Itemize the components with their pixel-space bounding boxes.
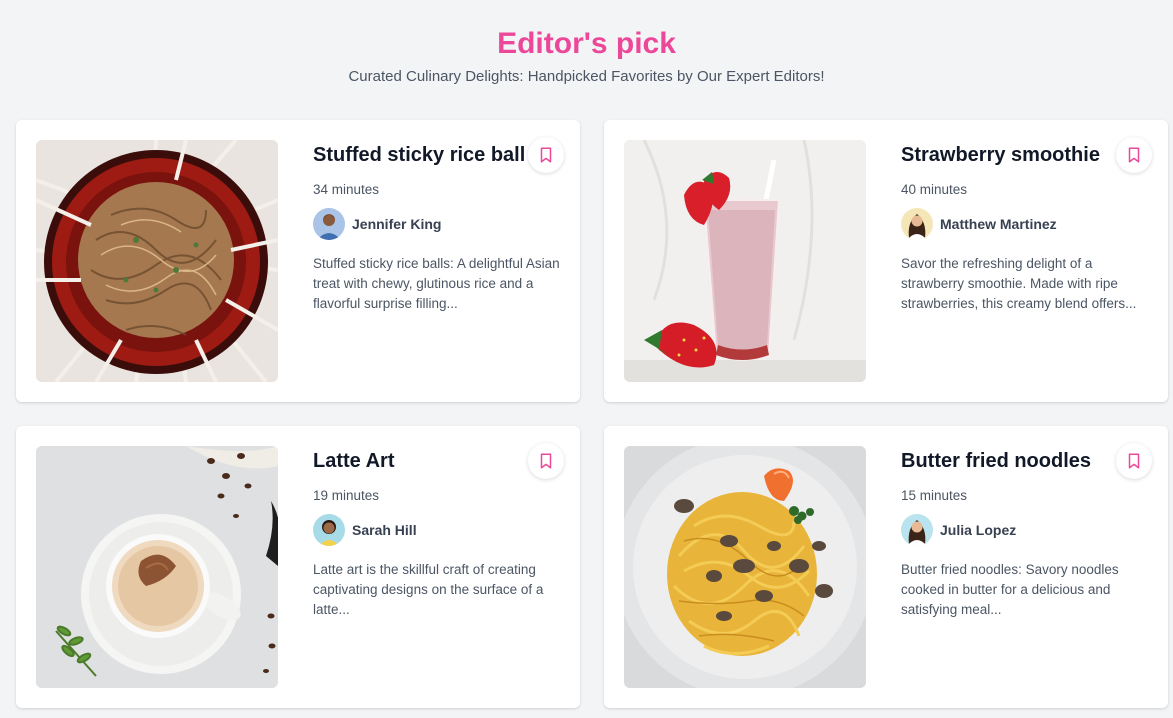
bookmark-icon — [1128, 147, 1140, 163]
recipe-author[interactable]: Sarah Hill — [313, 514, 563, 546]
author-name: Julia Lopez — [940, 522, 1017, 538]
recipe-grid: Stuffed sticky rice ball 34 minutes Jenn… — [16, 120, 1168, 708]
avatar — [313, 514, 345, 546]
recipe-time: 19 minutes — [313, 488, 380, 503]
recipe-title[interactable]: Butter fried noodles — [901, 446, 1151, 476]
recipe-description: Latte art is the skillful craft of creat… — [313, 562, 544, 617]
recipe-content: Latte Art 19 minutes Sarah Hill Latte ar… — [313, 446, 563, 620]
recipe-image[interactable] — [36, 446, 278, 688]
avatar — [901, 514, 933, 546]
recipe-content: Stuffed sticky rice ball 34 minutes Jenn… — [313, 140, 563, 314]
bookmark-button[interactable] — [528, 137, 564, 173]
recipe-title[interactable]: Latte Art — [313, 446, 563, 476]
recipe-image[interactable] — [624, 140, 866, 382]
latte-image — [36, 446, 278, 688]
author-name: Matthew Martinez — [940, 216, 1057, 232]
recipe-description: Butter fried noodles: Savory noodles coo… — [901, 562, 1119, 617]
recipe-author[interactable]: Matthew Martinez — [901, 208, 1151, 240]
recipe-time: 15 minutes — [901, 488, 968, 503]
recipe-author[interactable]: Julia Lopez — [901, 514, 1151, 546]
recipe-description: Savor the refreshing delight of a strawb… — [901, 256, 1137, 311]
recipe-author[interactable]: Jennifer King — [313, 208, 563, 240]
recipe-card[interactable]: Strawberry smoothie 40 minutes Matthew M… — [604, 120, 1168, 402]
recipe-title[interactable]: Stuffed sticky rice ball — [313, 140, 563, 170]
bookmark-button[interactable] — [1116, 137, 1152, 173]
recipe-description: Stuffed sticky rice balls: A delightful … — [313, 256, 560, 311]
bookmark-icon — [540, 453, 552, 469]
page-title: Editor's pick — [497, 27, 676, 60]
recipe-time: 40 minutes — [901, 182, 968, 197]
page-subtitle: Curated Culinary Delights: Handpicked Fa… — [348, 68, 825, 85]
author-name: Sarah Hill — [352, 522, 417, 538]
recipe-card[interactable]: Butter fried noodles 15 minutes Julia Lo… — [604, 426, 1168, 708]
bookmark-button[interactable] — [528, 443, 564, 479]
recipe-time: 34 minutes — [313, 182, 380, 197]
avatar — [313, 208, 345, 240]
pasta-image — [624, 446, 866, 688]
bookmark-icon — [1128, 453, 1140, 469]
recipe-card[interactable]: Stuffed sticky rice ball 34 minutes Jenn… — [16, 120, 580, 402]
recipe-image[interactable] — [36, 140, 278, 382]
bookmark-button[interactable] — [1116, 443, 1152, 479]
avatar — [901, 208, 933, 240]
page-header: Editor's pick Curated Culinary Delights:… — [0, 0, 1173, 87]
recipe-card[interactable]: Latte Art 19 minutes Sarah Hill Latte ar… — [16, 426, 580, 708]
smoothie-image — [624, 140, 866, 382]
author-name: Jennifer King — [352, 216, 442, 232]
bookmark-icon — [540, 147, 552, 163]
noodle-bowl-image — [36, 140, 278, 382]
recipe-image[interactable] — [624, 446, 866, 688]
recipe-content: Butter fried noodles 15 minutes Julia Lo… — [901, 446, 1151, 620]
recipe-content: Strawberry smoothie 40 minutes Matthew M… — [901, 140, 1151, 314]
recipe-title[interactable]: Strawberry smoothie — [901, 140, 1151, 170]
